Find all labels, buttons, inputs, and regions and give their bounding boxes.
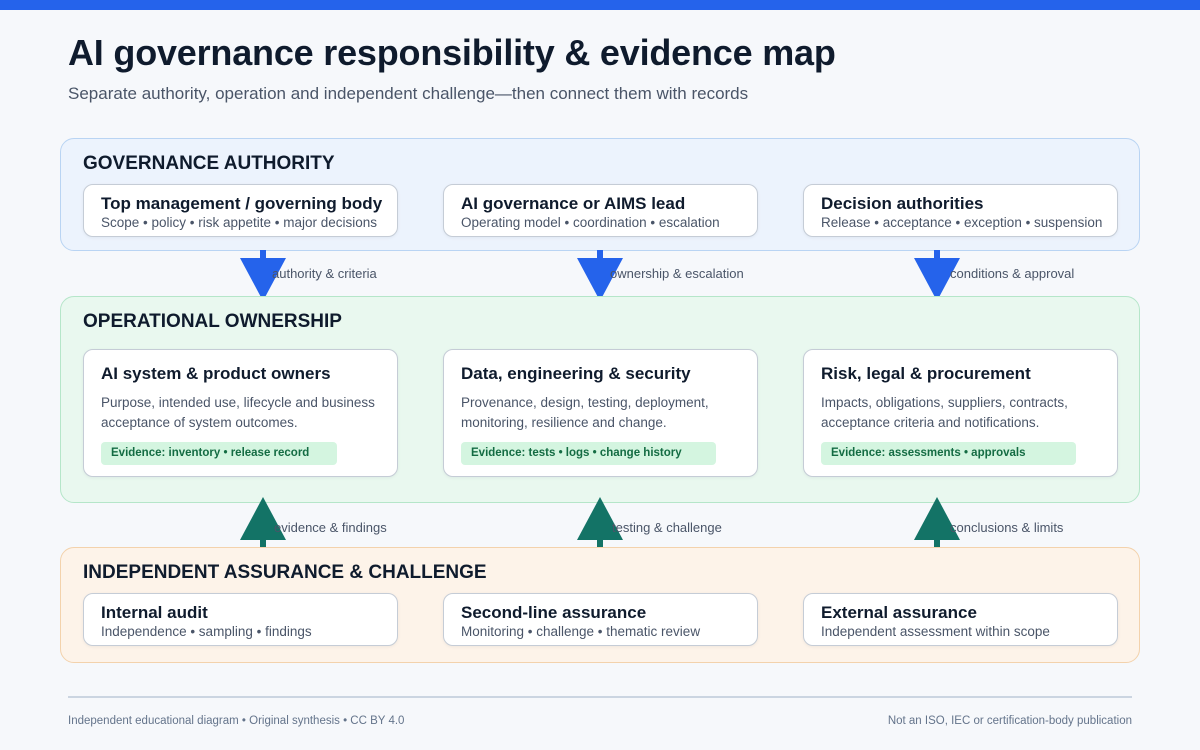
top-accent-bar	[0, 0, 1200, 10]
section-title: OPERATIONAL OWNERSHIP	[83, 311, 342, 332]
connector-label: testing & challenge	[612, 520, 722, 535]
card-title: Decision authorities	[821, 194, 984, 213]
card-title: External assurance	[821, 603, 977, 622]
footer-license: Independent educational diagram • Origin…	[68, 715, 405, 727]
role-card-data-engineering: Data, engineering & security Provenance,…	[443, 349, 758, 477]
card-title: Top management / governing body	[101, 194, 383, 213]
card-title: Data, engineering & security	[461, 364, 691, 383]
card-subtitle: Release • acceptance • exception • suspe…	[821, 215, 1103, 230]
connector-label: ownership & escalation	[610, 266, 744, 281]
card-title: Internal audit	[101, 603, 208, 622]
card-description: Purpose, intended use, lifecycle and bus…	[101, 395, 375, 430]
card-description: Impacts, obligations, suppliers, contrac…	[821, 395, 1068, 430]
card-subtitle: Independent assessment within scope	[821, 624, 1050, 639]
card-title: Risk, legal & procurement	[821, 364, 1031, 383]
role-card-second-line: Second-line assurance Monitoring • chall…	[443, 593, 758, 646]
card-subtitle: Scope • policy • risk appetite • major d…	[101, 215, 378, 230]
card-title: AI governance or AIMS lead	[461, 194, 686, 213]
section-title: INDEPENDENT ASSURANCE & CHALLENGE	[83, 562, 487, 583]
role-card-external-assurance: External assurance Independent assessmen…	[803, 593, 1118, 646]
role-card-aims-lead: AI governance or AIMS lead Operating mod…	[443, 184, 758, 237]
role-card-system-owners: AI system & product owners Purpose, inte…	[83, 349, 398, 477]
role-card-top-management: Top management / governing body Scope • …	[83, 184, 398, 237]
evidence-badge: Evidence: inventory • release record	[101, 442, 337, 465]
connector-label: evidence & findings	[274, 520, 387, 535]
connector-label: conclusions & limits	[950, 520, 1064, 535]
page-subtitle: Separate authority, operation and indepe…	[68, 84, 749, 103]
card-title: Second-line assurance	[461, 603, 647, 622]
independent-assurance-section: INDEPENDENT ASSURANCE & CHALLENGE Intern…	[60, 547, 1140, 663]
evidence-badge: Evidence: tests • logs • change history	[461, 442, 716, 465]
footer-divider	[68, 696, 1132, 698]
role-card-decision-authorities: Decision authorities Release • acceptanc…	[803, 184, 1118, 237]
card-title: AI system & product owners	[101, 364, 331, 383]
evidence-badge: Evidence: assessments • approvals	[821, 442, 1076, 465]
footer-disclaimer: Not an ISO, IEC or certification-body pu…	[887, 715, 1132, 727]
governance-authority-section: GOVERNANCE AUTHORITY Top management / go…	[60, 138, 1140, 251]
operational-ownership-section: OPERATIONAL OWNERSHIP AI system & produc…	[60, 296, 1140, 503]
role-card-risk-legal: Risk, legal & procurement Impacts, oblig…	[803, 349, 1118, 477]
card-subtitle: Operating model • coordination • escalat…	[461, 215, 720, 230]
section-title: GOVERNANCE AUTHORITY	[83, 153, 335, 174]
connector-label: authority & criteria	[272, 266, 377, 281]
connector-label: conditions & approval	[950, 266, 1075, 281]
card-subtitle: Independence • sampling • findings	[101, 624, 312, 639]
role-card-internal-audit: Internal audit Independence • sampling •…	[83, 593, 398, 646]
card-subtitle: Monitoring • challenge • thematic review	[461, 624, 701, 639]
card-description: Provenance, design, testing, deployment,…	[461, 395, 709, 430]
page-title: AI governance responsibility & evidence …	[68, 32, 836, 73]
